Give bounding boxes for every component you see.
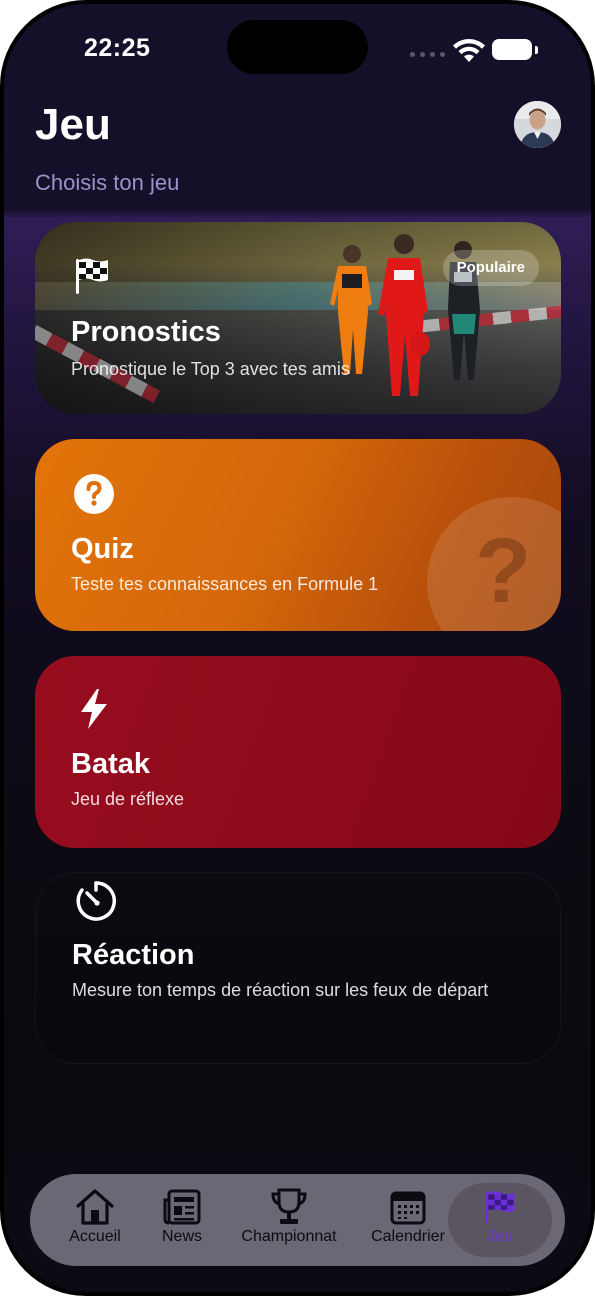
house-icon	[76, 1189, 114, 1225]
tab-label: Championnat	[241, 1228, 337, 1245]
tab-championnat[interactable]: Championnat	[230, 1174, 348, 1266]
card-description: Mesure ton temps de réaction sur les feu…	[72, 980, 489, 1000]
avatar-photo	[514, 101, 561, 148]
cellular-signal-icon	[410, 52, 445, 57]
checkered-flag-icon	[76, 258, 108, 294]
tab-label: News	[161, 1228, 202, 1245]
tab-news[interactable]: News	[148, 1174, 216, 1266]
dynamic-island	[227, 20, 368, 74]
card-title: Quiz	[71, 533, 134, 565]
card-description: Jeu de réflexe	[71, 789, 185, 809]
calendar-icon	[390, 1191, 426, 1225]
tab-label: Calendrier	[371, 1228, 445, 1245]
pronostics-card[interactable]: Pronostics Pronostique le Top 3 avec tes…	[35, 222, 561, 414]
phone-frame: 22:25 Jeu Choisis ton jeu Pronostics Pro…	[0, 0, 595, 1296]
tab-label: Jeu	[487, 1228, 513, 1245]
batak-card[interactable]: Batak Jeu de réflexe	[35, 656, 561, 848]
timer-icon	[76, 881, 116, 921]
lightning-bolt-icon	[81, 689, 107, 729]
newspaper-icon	[163, 1189, 201, 1225]
screen: 22:25 Jeu Choisis ton jeu Pronostics Pro…	[4, 4, 591, 1292]
trophy-icon	[271, 1188, 307, 1224]
reaction-card[interactable]: Réaction Mesure ton temps de réaction su…	[35, 872, 561, 1064]
battery-icon	[492, 39, 532, 60]
tab-label: Accueil	[69, 1228, 121, 1245]
page-subtitle: Choisis ton jeu	[35, 170, 180, 195]
checkered-flag-icon	[485, 1191, 515, 1224]
card-title: Batak	[71, 748, 150, 780]
battery-cap	[535, 46, 538, 54]
popular-badge: Populaire	[442, 250, 539, 286]
tab-jeu[interactable]: Jeu	[466, 1174, 534, 1266]
tab-calendrier[interactable]: Calendrier	[363, 1174, 453, 1266]
question-circle-icon	[74, 474, 114, 514]
wifi-icon	[453, 39, 485, 62]
profile-avatar[interactable]	[514, 101, 561, 148]
card-title: Réaction	[72, 939, 195, 971]
page-title: Jeu	[35, 100, 111, 149]
status-bar: 22:25	[4, 4, 591, 94]
tab-bar: Accueil News Championnat Calendrier Jeu	[30, 1174, 565, 1266]
card-description: Pronostique le Top 3 avec tes amis	[71, 359, 350, 379]
card-description: Teste tes connaissances en Formule 1	[71, 574, 379, 594]
card-title: Pronostics	[71, 316, 221, 348]
status-time: 22:25	[84, 34, 151, 62]
quiz-card[interactable]: ? Quiz Teste tes connaissances en Formul…	[35, 439, 561, 631]
tab-accueil[interactable]: Accueil	[58, 1174, 132, 1266]
